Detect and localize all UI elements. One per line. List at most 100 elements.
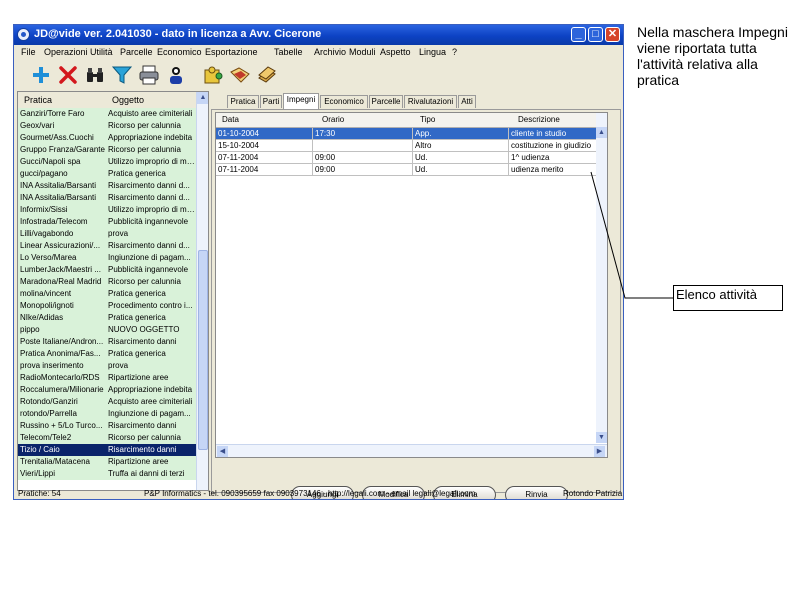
- binoculars-icon[interactable]: [84, 64, 106, 86]
- list-item[interactable]: Ganziri/Torre Faro Acquisto aree cimiteri…: [18, 108, 196, 120]
- list-item[interactable]: INA Assitalia/Barsanti Risarcimento danni…: [18, 192, 196, 204]
- print-icon[interactable]: [138, 64, 160, 86]
- tab-pratica[interactable]: Pratica: [227, 95, 259, 108]
- menu-item-7[interactable]: Archivio: [314, 47, 346, 57]
- scroll-up-icon[interactable]: ▲: [197, 92, 208, 104]
- tab-parcelle[interactable]: Parcelle: [369, 95, 403, 108]
- minimize-button[interactable]: _: [571, 27, 586, 42]
- title-bar[interactable]: JD@vide ver. 2.041030 - dato in licenza …: [14, 25, 623, 45]
- menu-item-5[interactable]: Esportazione: [205, 47, 258, 57]
- list-item[interactable]: gucci/pagano Pratica generica: [18, 168, 196, 180]
- list-item[interactable]: Telecom/Tele2 Ricorso per calunnia: [18, 432, 196, 444]
- cell-tipo: Ud.: [412, 164, 508, 176]
- cell-orario: 09:00: [312, 164, 412, 176]
- list-item[interactable]: Vieri/Lippi Truffa ai danni di terzi: [18, 468, 196, 480]
- menu-item-4[interactable]: Economico: [157, 47, 202, 57]
- list-item[interactable]: Geox/vari Ricorso per calunnia: [18, 120, 196, 132]
- scroll-down-icon[interactable]: ▼: [596, 432, 607, 443]
- list-item[interactable]: Lo Verso/Marea Ingiunzione di pagam...: [18, 252, 196, 264]
- table-row[interactable]: 15-10-2004 Altro costituzione in giudizio: [216, 140, 596, 152]
- list-item[interactable]: RadioMontecarlo/RDS Ripartizione aree: [18, 372, 196, 384]
- tab-parti[interactable]: Parti: [260, 95, 282, 108]
- list-item[interactable]: Rotondo/Ganziri Acquisto aree cimiteriali: [18, 396, 196, 408]
- column-header-tipo[interactable]: Tipo: [420, 115, 435, 124]
- list-item-pratica: Gourmet/Ass.Cuochi: [20, 133, 94, 142]
- delete-icon[interactable]: [57, 64, 79, 86]
- table-row[interactable]: 07-11-2004 09:00 Ud. udienza merito: [216, 164, 596, 176]
- list-item-oggetto: Risarcimento danni: [108, 421, 177, 430]
- list-item[interactable]: Infostrada/Telecom Pubblicità ingannevole: [18, 216, 196, 228]
- menu-item-9[interactable]: Aspetto: [380, 47, 411, 57]
- list-item-pratica: Pratica Anonima/Fas...: [20, 349, 101, 358]
- puzzle-icon[interactable]: [202, 64, 224, 86]
- table-row[interactable]: 07-11-2004 09:00 Ud. 1^ udienza: [216, 152, 596, 164]
- scroll-up-icon[interactable]: ▲: [596, 127, 607, 138]
- menu-item-1[interactable]: Operazioni: [44, 47, 88, 57]
- tab-impegni[interactable]: Impegni: [283, 93, 319, 109]
- list-scrollbar[interactable]: ▲: [196, 92, 208, 490]
- list-item-oggetto: Truffa ai danni di terzi: [108, 469, 185, 478]
- list-item[interactable]: molina/vincent Pratica generica: [18, 288, 196, 300]
- menu-item-10[interactable]: Lingua: [419, 47, 446, 57]
- tab-economico[interactable]: Economico: [320, 95, 368, 108]
- open-folder-icon[interactable]: [229, 64, 251, 86]
- list-item[interactable]: prova inserimento prova: [18, 360, 196, 372]
- person-icon[interactable]: [165, 64, 187, 86]
- list-item[interactable]: LumberJack/Maestri ... Pubblicità inganne…: [18, 264, 196, 276]
- list-item[interactable]: Tizio / Caio Risarcimento danni: [18, 444, 196, 456]
- list-item[interactable]: Russino + 5/Lo Turco... Risarcimento dann…: [18, 420, 196, 432]
- scroll-right-icon[interactable]: ▶: [594, 446, 605, 457]
- list-item[interactable]: Maradona/Real Madrid Ricorso per calunnia: [18, 276, 196, 288]
- list-item[interactable]: Gucci/Napoli spa Utilizzo improprio di ma…: [18, 156, 196, 168]
- status-info: P&P Informatics - tel. 090395659 fax 090…: [144, 489, 476, 498]
- list-item[interactable]: rotondo/Parrella Ingiunzione di pagam...: [18, 408, 196, 420]
- status-count: Pratiche: 54: [18, 489, 61, 498]
- column-header-orario[interactable]: Orario: [322, 115, 344, 124]
- grid-horizontal-scrollbar[interactable]: ◀ ▶: [216, 444, 607, 457]
- list-item[interactable]: INA Assitalia/Barsanti Risarcimento danni…: [18, 180, 196, 192]
- menu-item-11[interactable]: ?: [452, 47, 457, 57]
- list-item-pratica: gucci/pagano: [20, 169, 68, 178]
- grid-vertical-scrollbar[interactable]: ▲ ▼: [596, 113, 607, 443]
- scroll-left-icon[interactable]: ◀: [217, 446, 228, 457]
- menu-item-6[interactable]: Tabelle: [274, 47, 303, 57]
- scroll-thumb[interactable]: [198, 250, 208, 450]
- list-item-pratica: Russino + 5/Lo Turco...: [20, 421, 103, 430]
- list-item-pratica: Telecom/Tele2: [20, 433, 72, 442]
- list-item[interactable]: NIke/Adidas Pratica generica: [18, 312, 196, 324]
- list-item-oggetto: prova: [108, 229, 129, 238]
- menu-item-8[interactable]: Moduli: [349, 47, 376, 57]
- list-item[interactable]: pippo NUOVO OGGETTO: [18, 324, 196, 336]
- column-header-pratica[interactable]: Pratica: [24, 95, 52, 105]
- table-row[interactable]: 01-10-2004 17:30 App. cliente in studio: [216, 128, 596, 140]
- menu-item-3[interactable]: Parcelle: [120, 47, 153, 57]
- list-item-oggetto: Pubblicità ingannevole: [108, 217, 189, 226]
- plus-icon[interactable]: [30, 64, 52, 86]
- stack-icon[interactable]: [256, 64, 278, 86]
- tab-rivalutazioni[interactable]: Rivalutazioni: [404, 95, 457, 108]
- list-item[interactable]: Lilli/vagabondo prova: [18, 228, 196, 240]
- list-item[interactable]: Monopoli/ignoti Procedimento contro i...: [18, 300, 196, 312]
- list-item-oggetto: Utilizzo improprio di mar...: [108, 157, 196, 166]
- list-item[interactable]: Informix/Sissi Utilizzo improprio di mar.…: [18, 204, 196, 216]
- list-item[interactable]: Pratica Anonima/Fas... Pratica generica: [18, 348, 196, 360]
- list-item[interactable]: Gourmet/Ass.Cuochi Appropriazione indebit…: [18, 132, 196, 144]
- list-item-oggetto: Ripartizione aree: [108, 373, 169, 382]
- column-header-oggetto[interactable]: Oggetto: [112, 95, 144, 105]
- tab-atti[interactable]: Atti: [458, 95, 476, 108]
- list-item[interactable]: Linear Assicurazioni/... Risarcimento dan…: [18, 240, 196, 252]
- list-item[interactable]: Poste Italiane/Andron... Risarcimento dan…: [18, 336, 196, 348]
- list-item[interactable]: Gruppo Franza/Garante Ricorso per calunni…: [18, 144, 196, 156]
- menu-item-2[interactable]: Utilità: [90, 47, 113, 57]
- cell-data: 07-11-2004: [218, 165, 259, 174]
- close-button[interactable]: ✕: [605, 27, 620, 42]
- list-item[interactable]: Trenitalia/Matacena Ripartizione aree: [18, 456, 196, 468]
- column-header-data[interactable]: Data: [222, 115, 239, 124]
- filter-icon[interactable]: [111, 64, 133, 86]
- column-header-descrizione[interactable]: Descrizione: [518, 115, 560, 124]
- list-item-pratica: Trenitalia/Matacena: [20, 457, 90, 466]
- cell-tipo: Altro: [412, 140, 508, 152]
- menu-item-0[interactable]: File: [21, 47, 36, 57]
- list-item[interactable]: Roccalumera/Milionarie Appropriazione ind…: [18, 384, 196, 396]
- maximize-button[interactable]: □: [588, 27, 603, 42]
